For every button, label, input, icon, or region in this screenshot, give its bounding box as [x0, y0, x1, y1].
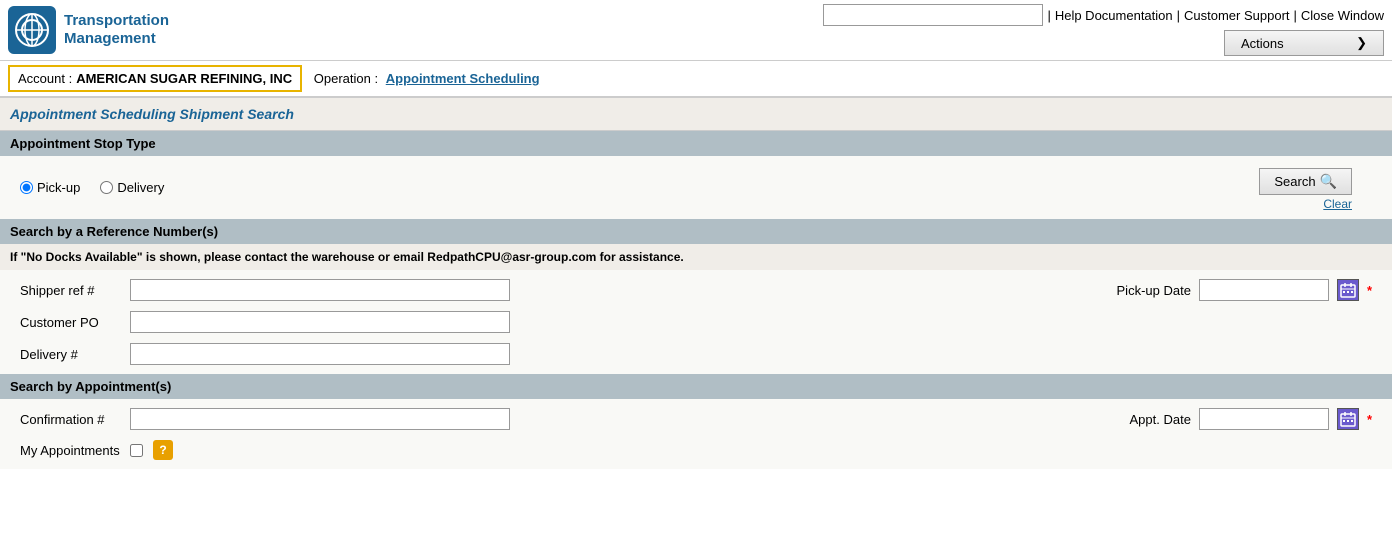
delivery-row: Delivery #: [0, 338, 1392, 370]
appt-calendar-icon[interactable]: [1337, 408, 1359, 430]
separator3: |: [1294, 8, 1297, 23]
separator1: |: [1047, 8, 1050, 23]
appt-date-label: Appt. Date: [1130, 412, 1191, 427]
clear-link[interactable]: Clear: [1323, 197, 1352, 211]
pickup-radio-item[interactable]: Pick-up: [20, 180, 80, 195]
delivery-input[interactable]: [130, 343, 510, 365]
confirmation-label: Confirmation #: [20, 412, 120, 427]
appt-date-input[interactable]: [1199, 408, 1329, 430]
delivery-label: Delivery #: [20, 347, 120, 362]
customer-support-link[interactable]: Customer Support: [1184, 8, 1290, 23]
info-message: If "No Docks Available" is shown, please…: [0, 244, 1392, 270]
my-appointments-checkbox[interactable]: [130, 444, 143, 457]
shipper-ref-label: Shipper ref #: [20, 283, 120, 298]
page-title-section: Appointment Scheduling Shipment Search: [0, 98, 1392, 131]
pickup-date-required: *: [1367, 283, 1372, 298]
top-right-container: | Help Documentation | Customer Support …: [823, 4, 1384, 56]
delivery-radio-item[interactable]: Delivery: [100, 180, 164, 195]
separator2: |: [1177, 8, 1180, 23]
operation-link[interactable]: Appointment Scheduling: [386, 71, 540, 86]
delivery-radio[interactable]: [100, 181, 113, 194]
top-search-input[interactable]: [823, 4, 1043, 26]
pickup-calendar-icon[interactable]: [1337, 279, 1359, 301]
search-btn-area: Search 🔍 Clear: [1259, 164, 1372, 211]
operation-label: Operation :: [314, 71, 378, 86]
account-name: AMERICAN SUGAR REFINING, INC: [76, 71, 292, 86]
shipper-ref-input[interactable]: [130, 279, 510, 301]
top-bar-left: Transportation Management: [8, 6, 169, 54]
customer-po-input[interactable]: [130, 311, 510, 333]
help-icon[interactable]: ?: [153, 440, 173, 460]
customer-po-label: Customer PO: [20, 315, 120, 330]
top-bar: Transportation Management | Help Documen…: [0, 0, 1392, 61]
pickup-date-input[interactable]: [1199, 279, 1329, 301]
pickup-radio[interactable]: [20, 181, 33, 194]
radio-group: Pick-up Delivery: [20, 180, 1259, 195]
actions-label: Actions: [1241, 36, 1284, 51]
stop-type-header: Appointment Stop Type: [0, 131, 1392, 156]
confirmation-input[interactable]: [130, 408, 510, 430]
page-title: Appointment Scheduling Shipment Search: [10, 106, 1382, 122]
logo-box: Transportation Management: [8, 6, 169, 54]
search-button[interactable]: Search 🔍: [1259, 168, 1352, 195]
logo-text: Transportation Management: [64, 12, 169, 48]
pickup-date-label: Pick-up Date: [1117, 283, 1191, 298]
close-window-link[interactable]: Close Window: [1301, 8, 1384, 23]
my-appointments-label: My Appointments: [20, 443, 120, 458]
my-appointments-row: My Appointments ?: [0, 435, 1392, 465]
appt-section-header: Search by Appointment(s): [0, 374, 1392, 399]
actions-bar: Actions ❯: [1224, 30, 1384, 56]
ref-section-header: Search by a Reference Number(s): [0, 219, 1392, 244]
logo-icon: [8, 6, 56, 54]
chevron-right-icon: ❯: [1356, 35, 1367, 51]
appt-date-required: *: [1367, 412, 1372, 427]
account-bar-wrapper: Account : AMERICAN SUGAR REFINING, INC O…: [0, 61, 1392, 97]
account-label: Account :: [18, 71, 72, 86]
pickup-label: Pick-up: [37, 180, 80, 195]
actions-button[interactable]: Actions ❯: [1224, 30, 1384, 56]
account-bar: Account : AMERICAN SUGAR REFINING, INC: [8, 65, 302, 92]
delivery-label: Delivery: [117, 180, 164, 195]
customer-po-row: Customer PO: [0, 306, 1392, 338]
search-btn-label: Search: [1274, 174, 1315, 189]
help-documentation-link[interactable]: Help Documentation: [1055, 8, 1173, 23]
search-icon: 🔍: [1320, 173, 1337, 190]
